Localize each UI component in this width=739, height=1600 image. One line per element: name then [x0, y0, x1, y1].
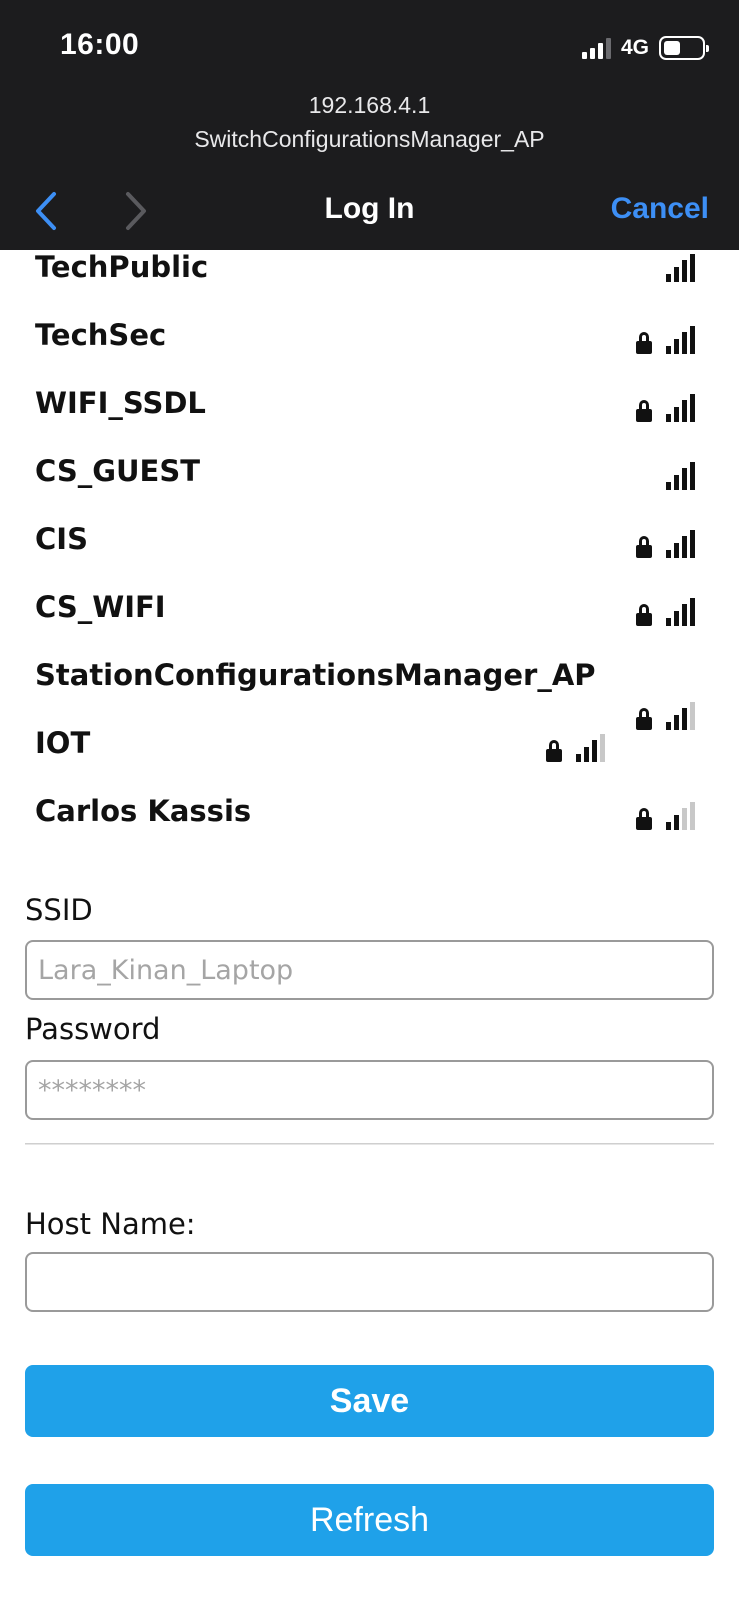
lock-icon	[636, 536, 652, 558]
wifi-signal-icon	[666, 390, 695, 422]
status-time: 16:00	[60, 28, 140, 61]
network-item[interactable]: TechPublic	[0, 250, 739, 318]
network-item[interactable]: CS_GUEST	[0, 454, 739, 522]
section-divider	[25, 1143, 714, 1145]
network-status	[636, 526, 695, 558]
network-item[interactable]: Carlos Kassis	[0, 794, 739, 862]
network-item[interactable]: TechSec	[0, 318, 739, 386]
lock-icon	[636, 332, 652, 354]
network-name[interactable]: CS_GUEST	[35, 454, 200, 488]
network-status	[636, 594, 695, 626]
wifi-signal-icon	[666, 458, 695, 490]
network-status	[666, 458, 695, 490]
network-item[interactable]: CS_WIFI	[0, 590, 739, 658]
ssid-label: SSID	[25, 893, 93, 927]
wifi-signal-icon	[666, 322, 695, 354]
network-name[interactable]: TechSec	[35, 318, 166, 352]
password-input[interactable]	[25, 1060, 714, 1120]
network-name[interactable]: Carlos Kassis	[35, 794, 251, 828]
site-name: SwitchConfigurationsManager_AP	[194, 126, 545, 152]
wifi-signal-icon	[576, 730, 605, 762]
network-item[interactable]: StationConfigurationsManager_AP	[0, 658, 739, 730]
network-name[interactable]: IOT	[35, 726, 90, 760]
battery-icon	[659, 36, 709, 60]
network-status	[636, 390, 695, 422]
network-status	[636, 322, 695, 354]
network-item[interactable]: WIFI_SSDL	[0, 386, 739, 454]
network-item[interactable]: CIS	[0, 522, 739, 590]
network-status	[666, 250, 695, 282]
lock-icon	[636, 400, 652, 422]
ssid-input[interactable]	[25, 940, 714, 1000]
password-label: Password	[25, 1012, 161, 1046]
network-name[interactable]: StationConfigurationsManager_AP	[35, 658, 596, 692]
hostname-input[interactable]	[25, 1252, 714, 1312]
refresh-button[interactable]: Refresh	[25, 1484, 714, 1556]
wifi-signal-icon	[666, 594, 695, 626]
lock-icon	[546, 740, 562, 762]
network-name[interactable]: CIS	[35, 522, 88, 556]
status-indicators: 4G	[581, 34, 709, 62]
network-type: 4G	[620, 36, 649, 59]
save-button[interactable]: Save	[25, 1365, 714, 1437]
hostname-label: Host Name:	[25, 1207, 196, 1241]
network-name[interactable]: TechPublic	[35, 250, 208, 284]
wifi-signal-icon	[666, 798, 695, 830]
network-item[interactable]: IOT	[0, 726, 739, 794]
network-name[interactable]: WIFI_SSDL	[35, 386, 206, 420]
page-url: 192.168.4.1	[308, 92, 431, 118]
wifi-signal-icon	[666, 526, 695, 558]
lock-icon	[636, 808, 652, 830]
cancel-button[interactable]: Cancel	[611, 192, 709, 226]
network-status	[636, 798, 695, 830]
network-status	[546, 730, 605, 762]
cellular-signal-icon	[581, 37, 611, 59]
browser-header: 16:00 4G 192.168.4.1 SwitchConfiguration…	[0, 0, 739, 250]
network-name[interactable]: CS_WIFI	[35, 590, 166, 624]
wifi-signal-icon	[666, 250, 695, 282]
lock-icon	[636, 604, 652, 626]
